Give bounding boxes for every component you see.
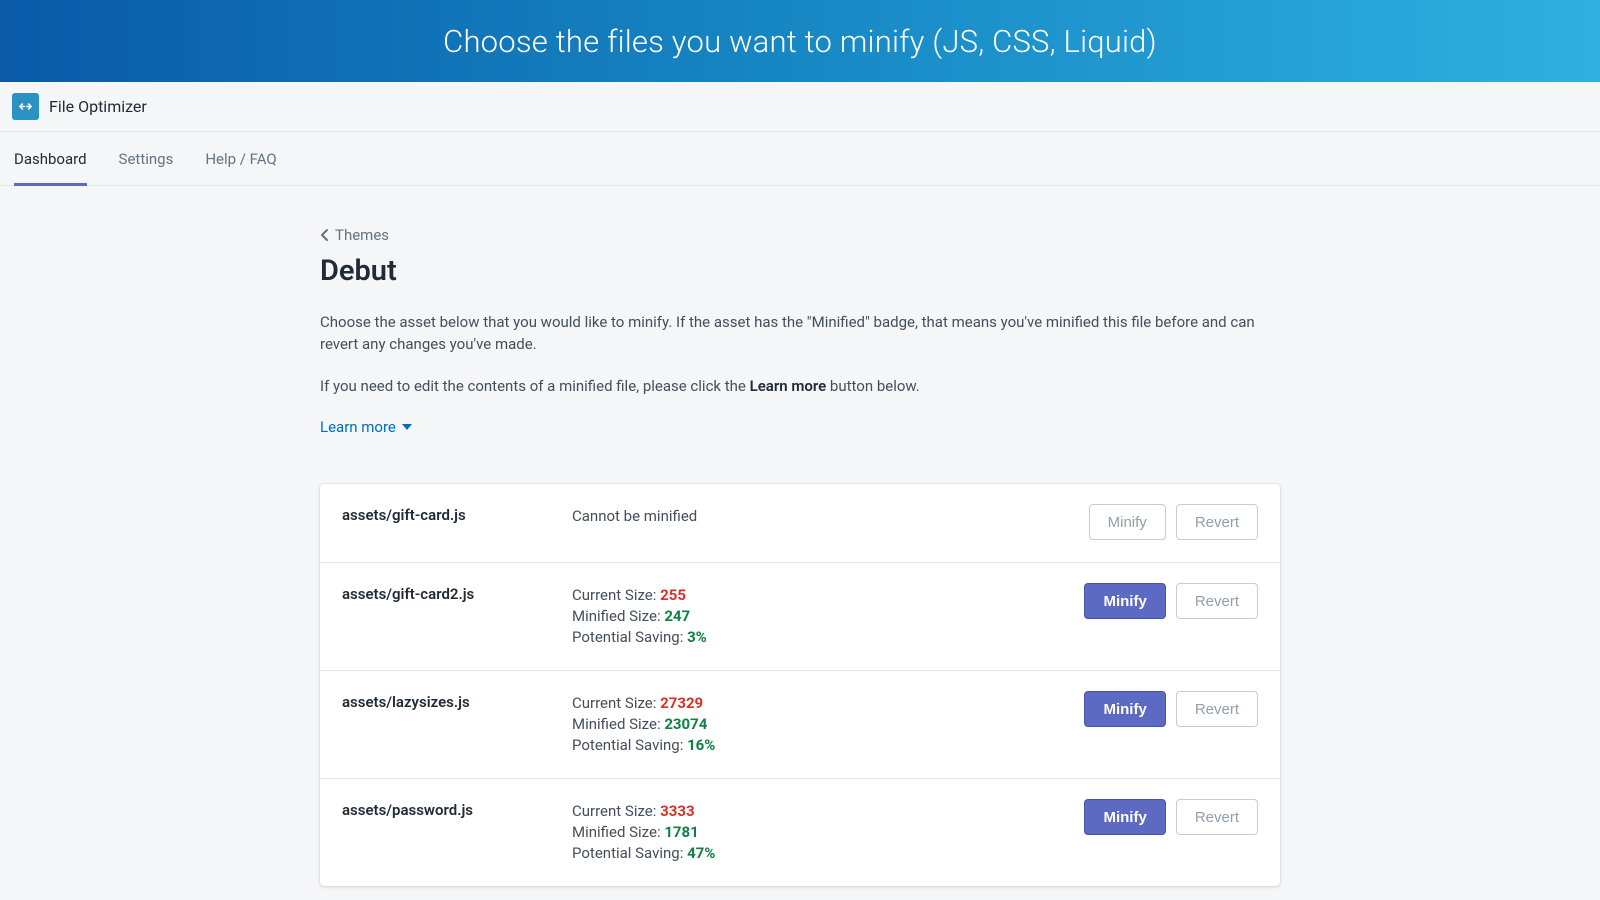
asset-name: assets/gift-card.js — [342, 504, 572, 524]
minify-button[interactable]: Minify — [1084, 799, 1165, 835]
asset-actions: Minify Revert — [1084, 583, 1258, 619]
asset-name: assets/password.js — [342, 799, 572, 819]
asset-name: assets/lazysizes.js — [342, 691, 572, 711]
page-title: Debut — [320, 254, 1280, 288]
tabs-bar: Dashboard Settings Help / FAQ — [0, 132, 1600, 186]
revert-button: Revert — [1176, 583, 1258, 619]
asset-row: assets/password.jsCurrent Size: 3333Mini… — [320, 778, 1280, 886]
asset-info: Current Size: 3333Minified Size: 1781Pot… — [572, 799, 1084, 864]
asset-row: assets/gift-card.jsCannot be minified Min… — [320, 484, 1280, 562]
asset-actions: Minify Revert — [1089, 504, 1258, 540]
asset-name: assets/gift-card2.js — [342, 583, 572, 603]
revert-button: Revert — [1176, 504, 1258, 540]
promo-banner-text: Choose the files you want to minify (JS,… — [443, 23, 1157, 60]
breadcrumb-label: Themes — [335, 226, 389, 244]
tab-label: Settings — [119, 150, 174, 168]
tab-help-faq[interactable]: Help / FAQ — [205, 132, 276, 185]
tab-label: Dashboard — [14, 150, 87, 168]
asset-info: Current Size: 255Minified Size: 247Poten… — [572, 583, 1084, 648]
minify-button[interactable]: Minify — [1084, 691, 1165, 727]
asset-row: assets/lazysizes.jsCurrent Size: 27329Mi… — [320, 670, 1280, 778]
potential-saving-value: 3% — [687, 628, 707, 646]
caret-down-icon — [402, 424, 412, 430]
minified-size-value: 23074 — [664, 715, 707, 733]
promo-banner: Choose the files you want to minify (JS,… — [0, 0, 1600, 82]
potential-saving-value: 47% — [687, 844, 715, 862]
main-content: Themes Debut Choose the asset below that… — [320, 186, 1280, 886]
minified-size-value: 1781 — [664, 823, 698, 841]
current-size-value: 255 — [660, 586, 686, 604]
page-description-2: If you need to edit the contents of a mi… — [320, 376, 1260, 398]
revert-button: Revert — [1176, 799, 1258, 835]
minify-button[interactable]: Minify — [1084, 583, 1165, 619]
app-logo-icon — [12, 93, 39, 120]
asset-info: Current Size: 27329Minified Size: 23074P… — [572, 691, 1084, 756]
tab-settings[interactable]: Settings — [119, 132, 174, 185]
chevron-left-icon — [320, 228, 329, 242]
breadcrumb-back[interactable]: Themes — [320, 226, 389, 244]
current-size-value: 27329 — [660, 694, 703, 712]
asset-row: assets/gift-card2.jsCurrent Size: 255Min… — [320, 562, 1280, 670]
assets-list: assets/gift-card.jsCannot be minified Min… — [320, 484, 1280, 886]
asset-status-text: Cannot be minified — [572, 507, 697, 525]
app-header: File Optimizer — [0, 82, 1600, 132]
asset-actions: Minify Revert — [1084, 691, 1258, 727]
revert-button: Revert — [1176, 691, 1258, 727]
potential-saving-value: 16% — [687, 736, 715, 754]
learn-more-toggle[interactable]: Learn more — [320, 418, 412, 436]
minify-button: Minify — [1089, 504, 1166, 540]
learn-more-label: Learn more — [320, 418, 396, 436]
current-size-value: 3333 — [660, 802, 694, 820]
tab-dashboard[interactable]: Dashboard — [14, 132, 87, 185]
asset-info: Cannot be minified — [572, 504, 1089, 527]
page-description-1: Choose the asset below that you would li… — [320, 312, 1260, 356]
tab-label: Help / FAQ — [205, 150, 276, 168]
minified-size-value: 247 — [664, 607, 690, 625]
app-title: File Optimizer — [49, 97, 147, 116]
asset-actions: Minify Revert — [1084, 799, 1258, 835]
